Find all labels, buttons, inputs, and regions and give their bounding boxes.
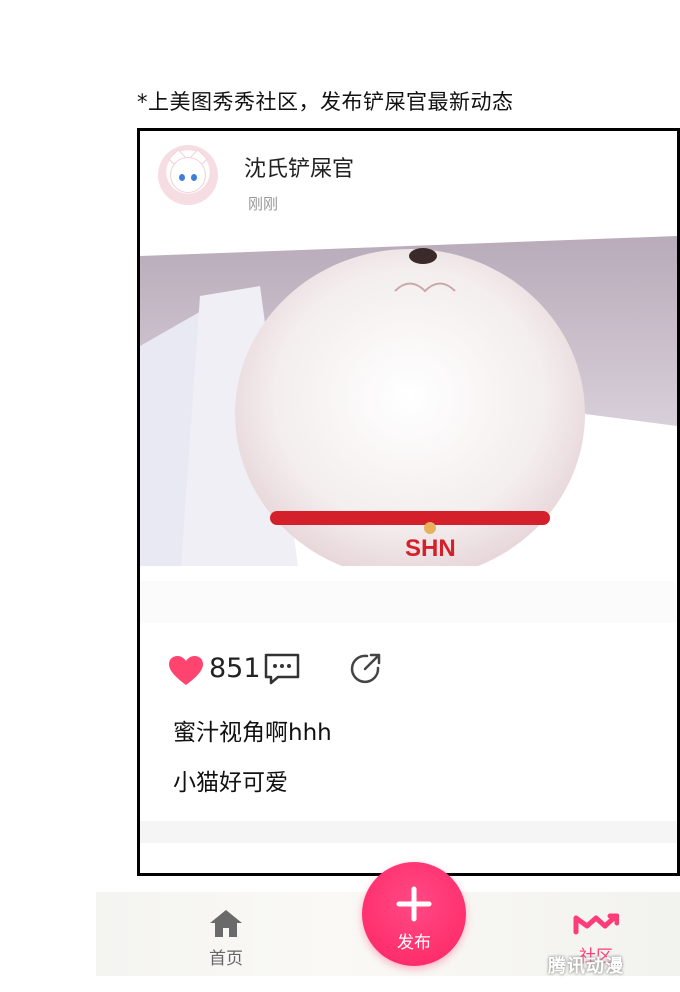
avatar-eye-left [179,174,185,181]
caption-text: *上美图秀秀社区，发布铲屎官最新动态 [137,90,514,114]
svg-text:SHN: SHN [405,535,456,562]
plus-icon [396,886,432,922]
post-card: 沈氏铲屎官 刚刚 SHN 851 蜜汁视角啊hhh 小猫好可爱 [137,128,680,876]
post-divider [140,821,677,843]
tab-home[interactable]: 首页 [196,908,256,969]
community-icon [573,913,620,935]
like-count: 851 [209,653,261,684]
watermark: 腾讯动漫 [548,956,624,977]
username[interactable]: 沈氏铲屎官 [244,151,354,183]
post-actions: 851 [140,641,677,697]
avatar-eye-right [191,174,197,181]
post-header: 沈氏铲屎官 刚刚 [140,131,677,231]
post-photo[interactable]: SHN [140,236,677,581]
heart-icon[interactable] [168,655,204,687]
post-time: 刚刚 [248,195,279,213]
avatar-face [170,157,206,193]
photo-bottom-spacer [140,581,677,623]
tab-home-label: 首页 [209,949,243,969]
publish-label: 发布 [397,933,431,953]
comment-icon[interactable] [264,653,300,685]
post-text-line-1: 蜜汁视角啊hhh [173,720,332,746]
post-text-line-2: 小猫好可爱 [173,770,288,796]
cat-illustration: SHN [140,236,677,581]
share-icon[interactable] [347,651,383,687]
publish-button[interactable]: 发布 [362,862,466,966]
avatar[interactable] [158,145,218,205]
home-icon [210,910,242,937]
